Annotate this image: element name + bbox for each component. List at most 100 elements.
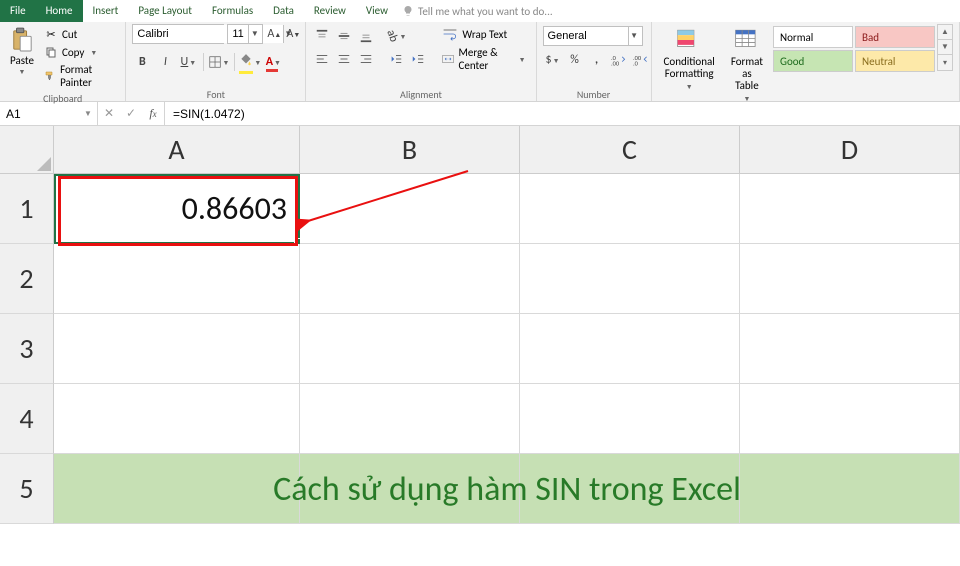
group-alignment: ab▼ Wrap Text Merge & Ce: [306, 22, 536, 101]
chevron-down-icon[interactable]: ▼: [628, 27, 640, 45]
format-painter-button[interactable]: Format Painter: [42, 62, 119, 90]
tab-insert[interactable]: Insert: [83, 0, 129, 22]
col-header-C[interactable]: C: [520, 126, 740, 174]
cell-A1[interactable]: 0.86603: [54, 174, 300, 244]
row-header-3[interactable]: 3: [0, 314, 54, 384]
align-center-button[interactable]: [334, 49, 354, 69]
shrink-font-button[interactable]: A▼: [285, 24, 301, 44]
col-header-B[interactable]: B: [300, 126, 520, 174]
gallery-scroll-up[interactable]: ▲: [938, 25, 952, 40]
copy-button[interactable]: Copy ▼: [42, 44, 119, 60]
font-size-input[interactable]: [228, 25, 248, 43]
group-styles: Conditional Formatting ▼ Format as Table…: [652, 22, 960, 101]
scissors-icon: ✂: [44, 27, 58, 41]
tab-view[interactable]: View: [356, 0, 398, 22]
cell-D1[interactable]: [740, 174, 960, 244]
chevron-down-icon[interactable]: ▼: [248, 25, 260, 43]
select-all-corner[interactable]: [0, 126, 54, 174]
comma-button[interactable]: ,: [587, 50, 607, 70]
align-right-button[interactable]: [356, 49, 376, 69]
cell-B5[interactable]: [300, 454, 520, 524]
borders-button[interactable]: ▼: [209, 52, 229, 72]
name-box[interactable]: ▼: [0, 102, 98, 125]
number-format-input[interactable]: [544, 27, 628, 45]
orientation-button[interactable]: ab▼: [386, 26, 406, 46]
cell-B2[interactable]: [300, 244, 520, 314]
align-left-button[interactable]: [312, 49, 332, 69]
fx-button[interactable]: fx: [142, 106, 164, 121]
decrease-indent-button[interactable]: [386, 49, 406, 69]
increase-indent-button[interactable]: [408, 49, 428, 69]
format-as-table-label: Format as Table: [731, 56, 763, 92]
wrap-icon: [442, 27, 458, 41]
italic-button[interactable]: I: [155, 52, 175, 72]
decrease-decimal-button[interactable]: .00.0: [631, 50, 651, 70]
style-neutral[interactable]: Neutral: [855, 50, 935, 72]
underline-button[interactable]: U▼: [178, 52, 198, 72]
col-header-A[interactable]: A: [54, 126, 300, 174]
cell-B1[interactable]: [300, 174, 520, 244]
row-header-2[interactable]: 2: [0, 244, 54, 314]
cell-C2[interactable]: [520, 244, 740, 314]
cell-A2[interactable]: [54, 244, 300, 314]
increase-decimal-button[interactable]: .0.00: [609, 50, 629, 70]
enter-formula-button[interactable]: ✓: [120, 106, 142, 121]
row-header-1[interactable]: 1: [0, 174, 54, 244]
cell-A4[interactable]: [54, 384, 300, 454]
percent-button[interactable]: %: [565, 50, 585, 70]
wrap-text-button[interactable]: Wrap Text: [438, 26, 529, 42]
chevron-down-icon[interactable]: ▼: [80, 109, 96, 119]
cancel-formula-button[interactable]: ✕: [98, 106, 120, 121]
cell-D3[interactable]: [740, 314, 960, 384]
font-group-label: Font: [132, 86, 299, 101]
cell-B3[interactable]: [300, 314, 520, 384]
conditional-formatting-button[interactable]: Conditional Formatting ▼: [658, 24, 721, 93]
cell-D2[interactable]: [740, 244, 960, 314]
svg-text:.00: .00: [611, 60, 620, 67]
align-bottom-button[interactable]: [356, 26, 376, 46]
format-as-table-button[interactable]: Format as Table ▼: [725, 24, 769, 105]
col-header-D[interactable]: D: [740, 126, 960, 174]
merge-center-button[interactable]: Merge & Center ▼: [438, 45, 529, 73]
cell-A3[interactable]: [54, 314, 300, 384]
tab-page-layout[interactable]: Page Layout: [128, 0, 202, 22]
number-format-combo[interactable]: ▼: [543, 26, 643, 46]
cell-C1[interactable]: [520, 174, 740, 244]
chevron-down-icon: ▼: [90, 48, 97, 57]
formula-input[interactable]: [165, 102, 960, 125]
accounting-format-button[interactable]: $▼: [543, 50, 563, 70]
style-normal[interactable]: Normal: [773, 26, 853, 48]
tab-data[interactable]: Data: [263, 0, 304, 22]
cell-D5[interactable]: [740, 454, 960, 524]
cell-C4[interactable]: [520, 384, 740, 454]
row-header-5[interactable]: 5: [0, 454, 54, 524]
tell-me[interactable]: Tell me what you want to do...: [402, 0, 553, 22]
style-bad[interactable]: Bad: [855, 26, 935, 48]
grow-font-button[interactable]: A▲: [266, 24, 282, 44]
tab-home[interactable]: Home: [36, 0, 83, 22]
merge-icon: [442, 52, 454, 66]
bold-button[interactable]: B: [132, 52, 152, 72]
fill-color-button[interactable]: ▼: [240, 52, 260, 72]
tab-formulas[interactable]: Formulas: [202, 0, 263, 22]
font-size-combo[interactable]: ▼: [227, 24, 263, 44]
style-good[interactable]: Good: [773, 50, 853, 72]
cell-B4[interactable]: [300, 384, 520, 454]
cell-A5[interactable]: [54, 454, 300, 524]
tab-file[interactable]: File: [0, 0, 36, 22]
tab-review[interactable]: Review: [304, 0, 356, 22]
gallery-scroll-down[interactable]: ▼: [938, 40, 952, 55]
cell-C5[interactable]: [520, 454, 740, 524]
paste-button[interactable]: Paste ▼: [6, 24, 38, 78]
cut-button[interactable]: ✂ Cut: [42, 26, 119, 42]
gallery-expand[interactable]: ▾: [938, 55, 952, 70]
font-name-combo[interactable]: ▼: [132, 24, 224, 44]
align-top-button[interactable]: [312, 26, 332, 46]
cell-C3[interactable]: [520, 314, 740, 384]
cell-D4[interactable]: [740, 384, 960, 454]
align-middle-button[interactable]: [334, 26, 354, 46]
name-box-input[interactable]: [0, 107, 80, 121]
copy-icon: [44, 45, 58, 59]
font-color-button[interactable]: A ▼: [263, 52, 283, 72]
row-header-4[interactable]: 4: [0, 384, 54, 454]
